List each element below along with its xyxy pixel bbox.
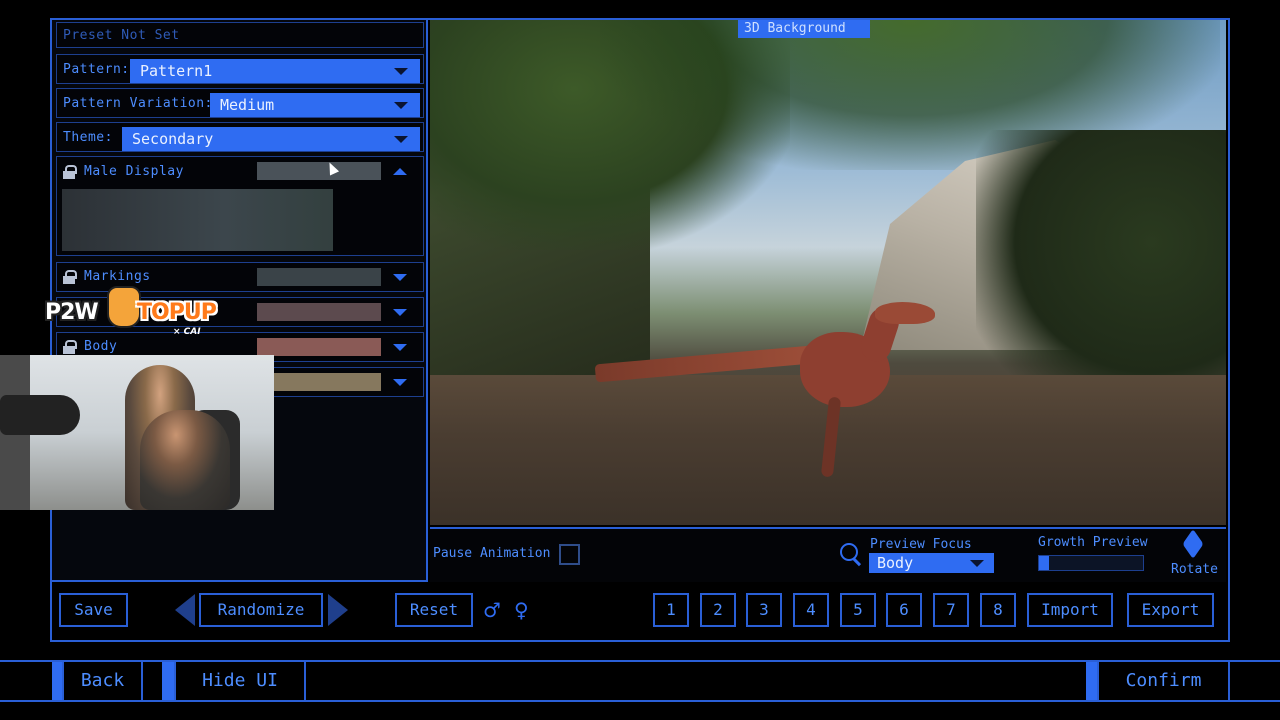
confirm-button[interactable]: Confirm bbox=[1097, 660, 1230, 702]
reset-button[interactable]: Reset bbox=[395, 593, 473, 627]
growth-preview-fill bbox=[1039, 556, 1050, 570]
pattern-variation-value: Medium bbox=[220, 96, 275, 114]
3d-background-button[interactable]: 3D Background bbox=[738, 20, 852, 38]
back-button[interactable]: Back bbox=[62, 660, 143, 702]
color-picker-area[interactable] bbox=[62, 189, 333, 251]
color-swatch[interactable] bbox=[257, 373, 381, 391]
chevron-down-icon bbox=[970, 560, 984, 567]
chevron-down-icon bbox=[394, 136, 408, 143]
chevron-down-icon[interactable] bbox=[393, 309, 407, 316]
color-row-label: Male Display bbox=[84, 164, 184, 179]
pattern-variation-dropdown[interactable]: Medium bbox=[210, 93, 420, 117]
webcam-overlay bbox=[0, 355, 274, 510]
theme-dropdown[interactable]: Secondary bbox=[122, 127, 420, 151]
color-swatch[interactable] bbox=[257, 268, 381, 286]
webcam-person bbox=[140, 410, 230, 510]
female-icon[interactable]: ♀ bbox=[514, 598, 529, 622]
slot-button-5[interactable]: 5 bbox=[840, 593, 876, 627]
slot-button-8[interactable]: 8 bbox=[980, 593, 1016, 627]
pause-animation-label: Pause Animation bbox=[433, 546, 551, 561]
previous-arrow-icon[interactable] bbox=[175, 594, 195, 626]
slot-button-1[interactable]: 1 bbox=[653, 593, 689, 627]
pattern-value: Pattern1 bbox=[140, 62, 213, 80]
chevron-down-icon bbox=[394, 68, 408, 75]
growth-preview-slider[interactable] bbox=[1038, 555, 1144, 571]
logo-text-left: P2W bbox=[45, 300, 99, 325]
dinosaur-head bbox=[875, 302, 935, 324]
import-button[interactable]: Import bbox=[1027, 593, 1113, 627]
preview-focus-label: Preview Focus bbox=[870, 537, 972, 552]
randomize-button[interactable]: Randomize bbox=[199, 593, 323, 627]
chevron-down-icon bbox=[394, 102, 408, 109]
chevron-up-icon[interactable] bbox=[393, 168, 407, 175]
pattern-variation-row: Pattern Variation: Medium bbox=[56, 88, 424, 118]
slot-button-4[interactable]: 4 bbox=[793, 593, 829, 627]
lock-icon[interactable] bbox=[63, 270, 77, 284]
dinosaur-preview-viewport[interactable] bbox=[430, 20, 1226, 525]
rotate-label[interactable]: Rotate bbox=[1171, 562, 1218, 577]
thumbs-up-icon bbox=[107, 286, 141, 328]
preset-label: Preset Not Set bbox=[63, 28, 180, 43]
logo-text-right: TOPUP bbox=[137, 300, 217, 325]
slot-button-6[interactable]: 6 bbox=[886, 593, 922, 627]
theme-row: Theme: Secondary bbox=[56, 122, 424, 152]
color-row-label: Markings bbox=[84, 269, 151, 284]
export-button[interactable]: Export bbox=[1127, 593, 1214, 627]
pause-animation-checkbox[interactable] bbox=[559, 544, 580, 565]
microphone-icon bbox=[0, 395, 80, 435]
pattern-row: Pattern: Pattern1 bbox=[56, 54, 424, 84]
theme-label: Theme: bbox=[63, 130, 113, 145]
pattern-dropdown[interactable]: Pattern1 bbox=[130, 59, 420, 83]
chevron-down-icon[interactable] bbox=[393, 379, 407, 386]
slot-button-3[interactable]: 3 bbox=[746, 593, 782, 627]
pattern-variation-label: Pattern Variation: bbox=[63, 96, 213, 111]
hide-ui-accent bbox=[162, 662, 174, 700]
scenery-trees-right bbox=[976, 130, 1226, 410]
hide-ui-button[interactable]: Hide UI bbox=[174, 660, 306, 702]
3d-background-toggle[interactable] bbox=[852, 20, 870, 38]
male-icon[interactable]: ♂ bbox=[483, 598, 501, 622]
p2w-topup-logo: P2W TOPUP × CAI bbox=[45, 286, 245, 340]
lock-icon[interactable] bbox=[63, 340, 77, 354]
color-row-male-display[interactable]: Male Display bbox=[56, 156, 424, 256]
chevron-down-icon[interactable] bbox=[393, 344, 407, 351]
rotate-icon[interactable] bbox=[1180, 533, 1206, 559]
preset-row: Preset Not Set bbox=[56, 22, 424, 48]
search-icon bbox=[840, 543, 864, 567]
color-swatch[interactable] bbox=[257, 338, 381, 356]
next-arrow-icon[interactable] bbox=[328, 594, 348, 626]
slot-button-7[interactable]: 7 bbox=[933, 593, 969, 627]
color-row-label: Body bbox=[84, 339, 118, 354]
growth-preview-label: Growth Preview bbox=[1038, 535, 1148, 550]
chevron-down-icon[interactable] bbox=[393, 274, 407, 281]
color-swatch[interactable] bbox=[257, 303, 381, 321]
preview-focus-dropdown[interactable]: Body bbox=[869, 553, 994, 573]
preview-focus-value: Body bbox=[877, 554, 914, 572]
dinosaur-leg bbox=[820, 396, 842, 478]
color-swatch[interactable] bbox=[257, 162, 381, 180]
dinosaur-model bbox=[594, 302, 955, 492]
save-button[interactable]: Save bbox=[59, 593, 128, 627]
logo-subtext: × CAI bbox=[173, 327, 201, 337]
theme-value: Secondary bbox=[132, 130, 214, 148]
slot-button-2[interactable]: 2 bbox=[700, 593, 736, 627]
lock-icon[interactable] bbox=[63, 165, 77, 179]
pattern-label: Pattern: bbox=[63, 62, 130, 77]
